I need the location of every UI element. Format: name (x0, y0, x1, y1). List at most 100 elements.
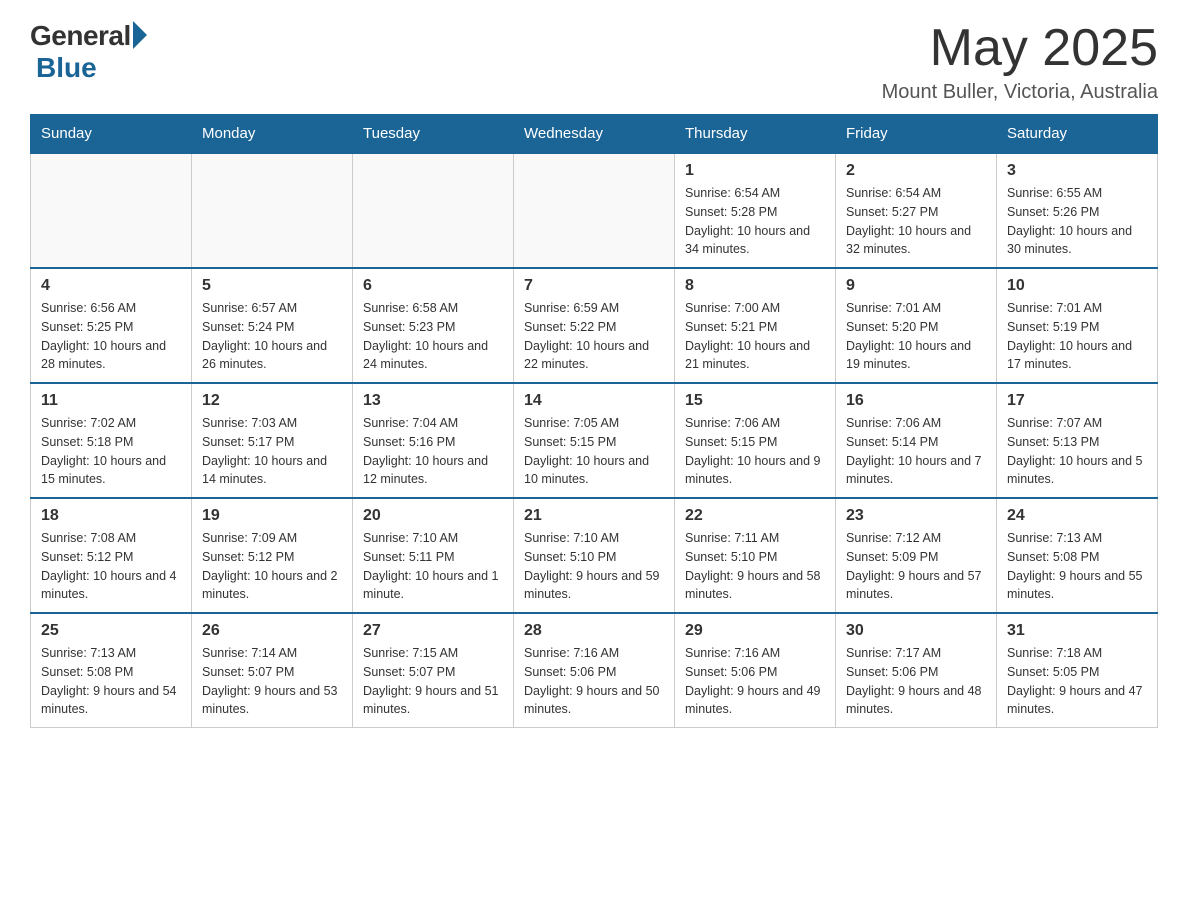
day-info: Sunrise: 7:06 AM Sunset: 5:14 PM Dayligh… (846, 414, 986, 489)
day-number: 4 (41, 277, 181, 295)
calendar-cell: 1Sunrise: 6:54 AM Sunset: 5:28 PM Daylig… (675, 153, 836, 268)
calendar-cell: 17 Sunrise: 7:07 AM Sunset: 5:13 PM Dayli… (997, 383, 1158, 498)
logo: General Blue (30, 20, 147, 84)
day-number: 5 (202, 277, 342, 295)
calendar-cell: 7 Sunrise: 6:59 AM Sunset: 5:22 PM Daylig… (514, 268, 675, 383)
day-info: Sunrise: 7:18 AM Sunset: 5:05 PM Dayligh… (1007, 644, 1147, 719)
calendar-cell: 3Sunrise: 6:55 AM Sunset: 5:26 PM Daylig… (997, 153, 1158, 268)
day-info: Sunrise: 7:12 AM Sunset: 5:09 PM Dayligh… (846, 529, 986, 604)
day-info: Sunrise: 7:05 AM Sunset: 5:15 PM Dayligh… (524, 414, 664, 489)
calendar-cell: 27 Sunrise: 7:15 AM Sunset: 5:07 PM Dayli… (353, 613, 514, 728)
month-year-title: May 2025 (882, 20, 1158, 77)
day-number: 22 (685, 507, 825, 525)
calendar-week-row: 4Sunrise: 6:56 AM Sunset: 5:25 PM Daylig… (31, 268, 1158, 383)
day-info: Sunrise: 7:09 AM Sunset: 5:12 PM Dayligh… (202, 529, 342, 604)
day-info: Sunrise: 7:10 AM Sunset: 5:11 PM Dayligh… (363, 529, 503, 604)
day-info: Sunrise: 7:00 AM Sunset: 5:21 PM Dayligh… (685, 299, 825, 374)
day-number: 1 (685, 162, 825, 180)
calendar-cell: 8Sunrise: 7:00 AM Sunset: 5:21 PM Daylig… (675, 268, 836, 383)
day-info: Sunrise: 6:59 AM Sunset: 5:22 PM Dayligh… (524, 299, 664, 374)
day-info: Sunrise: 6:54 AM Sunset: 5:27 PM Dayligh… (846, 184, 986, 259)
day-info: Sunrise: 7:16 AM Sunset: 5:06 PM Dayligh… (524, 644, 664, 719)
calendar-cell: 6 Sunrise: 6:58 AM Sunset: 5:23 PM Daylig… (353, 268, 514, 383)
day-number: 19 (202, 507, 342, 525)
day-number: 17 (1007, 392, 1147, 410)
title-block: May 2025 Mount Buller, Victoria, Austral… (882, 20, 1158, 104)
calendar-cell: 9Sunrise: 7:01 AM Sunset: 5:20 PM Daylig… (836, 268, 997, 383)
calendar-cell: 14Sunrise: 7:05 AM Sunset: 5:15 PM Dayli… (514, 383, 675, 498)
day-number: 10 (1007, 277, 1147, 295)
day-number: 31 (1007, 622, 1147, 640)
calendar-cell: 11Sunrise: 7:02 AM Sunset: 5:18 PM Dayli… (31, 383, 192, 498)
calendar-cell: 15Sunrise: 7:06 AM Sunset: 5:15 PM Dayli… (675, 383, 836, 498)
day-info: Sunrise: 7:17 AM Sunset: 5:06 PM Dayligh… (846, 644, 986, 719)
day-info: Sunrise: 7:13 AM Sunset: 5:08 PM Dayligh… (41, 644, 181, 719)
calendar-cell: 10 Sunrise: 7:01 AM Sunset: 5:19 PM Dayli… (997, 268, 1158, 383)
calendar-day-header: Wednesday (514, 115, 675, 154)
calendar-day-header: Saturday (997, 115, 1158, 154)
calendar-cell: 4Sunrise: 6:56 AM Sunset: 5:25 PM Daylig… (31, 268, 192, 383)
calendar-table: SundayMondayTuesdayWednesdayThursdayFrid… (30, 114, 1158, 728)
day-info: Sunrise: 6:58 AM Sunset: 5:23 PM Dayligh… (363, 299, 503, 374)
calendar-day-header: Tuesday (353, 115, 514, 154)
day-number: 27 (363, 622, 503, 640)
calendar-cell: 31 Sunrise: 7:18 AM Sunset: 5:05 PM Dayli… (997, 613, 1158, 728)
calendar-day-header: Friday (836, 115, 997, 154)
calendar-cell: 13Sunrise: 7:04 AM Sunset: 5:16 PM Dayli… (353, 383, 514, 498)
day-number: 9 (846, 277, 986, 295)
calendar-cell (353, 153, 514, 268)
day-info: Sunrise: 7:14 AM Sunset: 5:07 PM Dayligh… (202, 644, 342, 719)
calendar-cell: 26 Sunrise: 7:14 AM Sunset: 5:07 PM Dayli… (192, 613, 353, 728)
day-number: 23 (846, 507, 986, 525)
calendar-day-header: Sunday (31, 115, 192, 154)
day-number: 16 (846, 392, 986, 410)
day-number: 13 (363, 392, 503, 410)
location-subtitle: Mount Buller, Victoria, Australia (882, 81, 1158, 104)
day-number: 28 (524, 622, 664, 640)
calendar-cell: 16 Sunrise: 7:06 AM Sunset: 5:14 PM Dayli… (836, 383, 997, 498)
day-number: 29 (685, 622, 825, 640)
calendar-cell: 19 Sunrise: 7:09 AM Sunset: 5:12 PM Dayli… (192, 498, 353, 613)
day-info: Sunrise: 7:10 AM Sunset: 5:10 PM Dayligh… (524, 529, 664, 604)
day-number: 24 (1007, 507, 1147, 525)
calendar-week-row: 25 Sunrise: 7:13 AM Sunset: 5:08 PM Dayli… (31, 613, 1158, 728)
day-number: 26 (202, 622, 342, 640)
day-info: Sunrise: 7:07 AM Sunset: 5:13 PM Dayligh… (1007, 414, 1147, 489)
calendar-week-row: 18Sunrise: 7:08 AM Sunset: 5:12 PM Dayli… (31, 498, 1158, 613)
calendar-cell: 28 Sunrise: 7:16 AM Sunset: 5:06 PM Dayli… (514, 613, 675, 728)
day-number: 2 (846, 162, 986, 180)
calendar-cell (514, 153, 675, 268)
calendar-cell: 2 Sunrise: 6:54 AM Sunset: 5:27 PM Daylig… (836, 153, 997, 268)
day-number: 7 (524, 277, 664, 295)
calendar-cell: 29 Sunrise: 7:16 AM Sunset: 5:06 PM Dayli… (675, 613, 836, 728)
day-info: Sunrise: 7:16 AM Sunset: 5:06 PM Dayligh… (685, 644, 825, 719)
day-info: Sunrise: 7:03 AM Sunset: 5:17 PM Dayligh… (202, 414, 342, 489)
day-number: 15 (685, 392, 825, 410)
calendar-cell: 12 Sunrise: 7:03 AM Sunset: 5:17 PM Dayli… (192, 383, 353, 498)
calendar-cell: 30 Sunrise: 7:17 AM Sunset: 5:06 PM Dayli… (836, 613, 997, 728)
calendar-cell: 18Sunrise: 7:08 AM Sunset: 5:12 PM Dayli… (31, 498, 192, 613)
logo-general-text: General (30, 20, 131, 52)
day-info: Sunrise: 7:01 AM Sunset: 5:19 PM Dayligh… (1007, 299, 1147, 374)
day-number: 30 (846, 622, 986, 640)
calendar-cell: 24 Sunrise: 7:13 AM Sunset: 5:08 PM Dayli… (997, 498, 1158, 613)
day-info: Sunrise: 7:13 AM Sunset: 5:08 PM Dayligh… (1007, 529, 1147, 604)
day-number: 25 (41, 622, 181, 640)
day-number: 21 (524, 507, 664, 525)
calendar-cell: 23 Sunrise: 7:12 AM Sunset: 5:09 PM Dayli… (836, 498, 997, 613)
logo-arrow-icon (133, 21, 147, 49)
day-info: Sunrise: 7:15 AM Sunset: 5:07 PM Dayligh… (363, 644, 503, 719)
day-number: 6 (363, 277, 503, 295)
day-number: 18 (41, 507, 181, 525)
calendar-day-header: Thursday (675, 115, 836, 154)
day-info: Sunrise: 7:02 AM Sunset: 5:18 PM Dayligh… (41, 414, 181, 489)
page-header: General Blue May 2025 Mount Buller, Vict… (30, 20, 1158, 104)
day-number: 12 (202, 392, 342, 410)
calendar-week-row: 1Sunrise: 6:54 AM Sunset: 5:28 PM Daylig… (31, 153, 1158, 268)
day-number: 3 (1007, 162, 1147, 180)
calendar-header-row: SundayMondayTuesdayWednesdayThursdayFrid… (31, 115, 1158, 154)
calendar-week-row: 11Sunrise: 7:02 AM Sunset: 5:18 PM Dayli… (31, 383, 1158, 498)
calendar-cell: 5Sunrise: 6:57 AM Sunset: 5:24 PM Daylig… (192, 268, 353, 383)
calendar-cell: 21 Sunrise: 7:10 AM Sunset: 5:10 PM Dayli… (514, 498, 675, 613)
calendar-cell: 25 Sunrise: 7:13 AM Sunset: 5:08 PM Dayli… (31, 613, 192, 728)
